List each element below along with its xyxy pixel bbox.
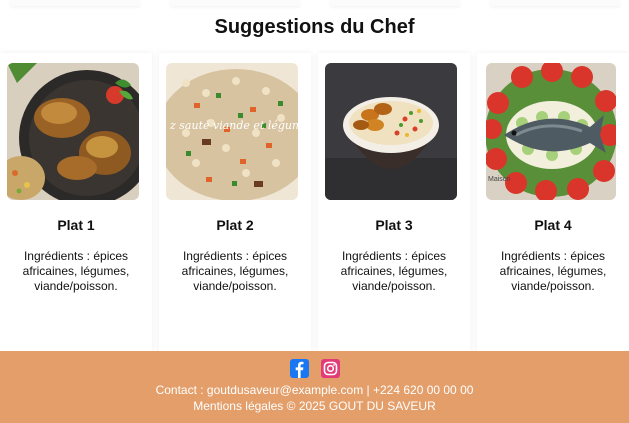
previous-section-edge [330,0,460,6]
previous-section-edge [10,0,140,6]
grilled-chicken-rice-photo [7,63,139,200]
footer: Contact : goutdusaveur@example.com | +22… [0,351,629,423]
grilled-fish-platter-photo: Maison [486,63,616,200]
dish-image[interactable] [325,63,457,200]
dish-image[interactable]: z sauté viande et légumes [166,63,298,200]
instagram-icon[interactable] [320,359,340,378]
dish-name: Plat 2 [216,217,254,233]
fried-rice-vegetables-photo: z sauté viande et légumes [166,63,298,200]
dish-card[interactable]: Plat 1 Ingrédients : épices africaines, … [0,53,152,351]
contact-info: Contact : goutdusaveur@example.com | +22… [155,383,474,397]
section-title: Suggestions du Chef [214,16,415,38]
dish-name: Plat 3 [375,217,413,233]
dish-name: Plat 1 [57,217,95,233]
dish-description: Ingrédients : épices africaines, légumes… [340,249,448,293]
dish-image[interactable] [7,63,139,200]
rice-plantain-bowl-photo [325,63,457,200]
image-caption: Maison [488,176,511,183]
dish-image[interactable]: Maison [486,63,616,200]
social-links [0,359,629,378]
facebook-icon[interactable] [289,359,309,378]
page: Suggestions du Chef Plat 1 Ingrédients:… [0,0,629,423]
dish-description: Ingrédients : épices africaines, légumes… [499,249,607,293]
dish-name: Plat 4 [534,217,572,233]
previous-section-edge [170,0,300,6]
legal-notice[interactable]: Mentions légales © 2025 GOUT DU SAVEUR [0,399,629,413]
dish-description: Ingrédients : épices africaines, légumes… [181,249,289,293]
dish-card[interactable]: z sauté viande et légumes Plat 2 Ingrédi… [159,53,311,351]
dish-card[interactable]: Maison Plat 4 Ingrédients : épices afric… [477,53,629,351]
dish-cards: Plat 1 Ingrédients : épices africaines, … [0,53,629,351]
dish-card[interactable]: Plat 3 Ingrédients : épices africaines, … [318,53,470,351]
image-caption: z sauté viande et légumes [169,119,298,132]
previous-section-edge [490,0,620,6]
dish-description: Ingrédients : épices africaines, légumes… [22,249,130,293]
